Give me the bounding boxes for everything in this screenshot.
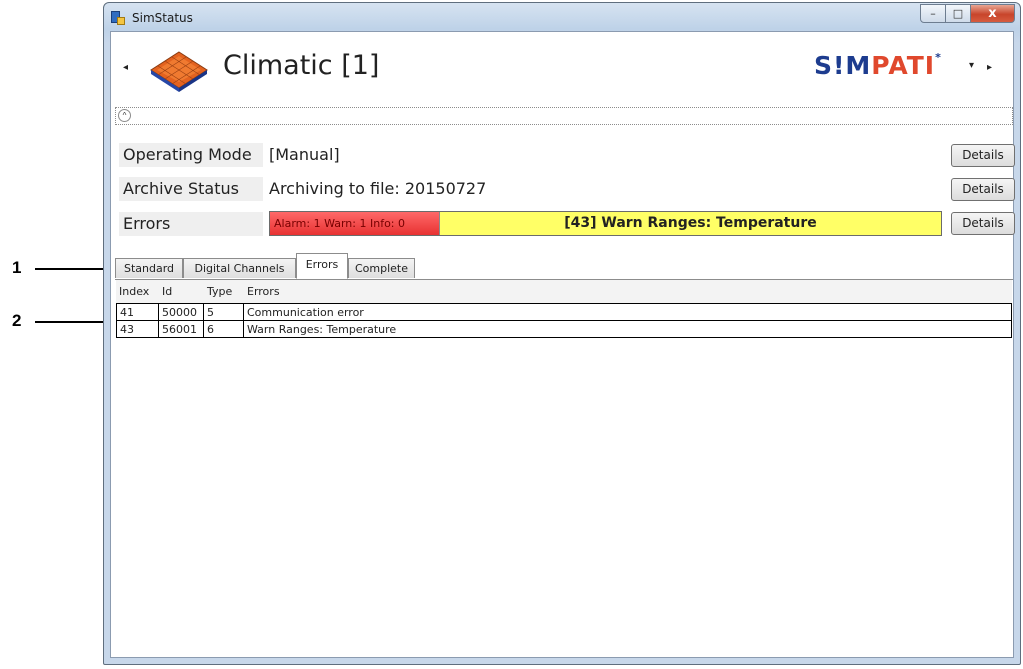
cell-id: 56001: [159, 321, 204, 338]
maximize-button[interactable]: □: [946, 4, 971, 23]
cell-index: 41: [117, 304, 159, 321]
table-row[interactable]: 43 56001 6 Warn Ranges: Temperature: [116, 320, 1012, 338]
archive-status-label: Archive Status: [119, 177, 263, 201]
tab-standard[interactable]: Standard: [115, 258, 183, 278]
minimize-button[interactable]: –: [920, 4, 946, 23]
cell-error: Warn Ranges: Temperature: [247, 323, 397, 336]
operating-mode-label: Operating Mode: [119, 143, 263, 167]
error-counts: Alarm: 1 Warn: 1 Info: 0: [270, 212, 440, 235]
archive-status-details-button[interactable]: Details: [951, 178, 1015, 201]
close-button[interactable]: x: [971, 4, 1015, 23]
brand-part1: S!M: [814, 51, 872, 80]
window-title: SimStatus: [132, 11, 193, 25]
operating-mode-details-button[interactable]: Details: [951, 144, 1015, 167]
collapse-bar: ^: [115, 107, 1013, 125]
cell-error: Communication error: [247, 306, 364, 319]
cell-index: 43: [117, 321, 159, 338]
callout-2: 2: [12, 311, 22, 330]
climatic-chamber-icon: [150, 51, 208, 92]
tab-strip: Standard Digital Channels Errors Complet…: [115, 250, 1013, 280]
window-controls: – □ x: [920, 4, 1015, 23]
cell-type: 5: [204, 304, 244, 321]
nav-dropdown-icon[interactable]: ▾: [969, 60, 974, 71]
simstatus-window: SimStatus – □ x ◂ Climatic [1] S!MPATI* …: [103, 2, 1021, 665]
collapse-chevron-icon[interactable]: ^: [118, 109, 131, 122]
column-header-errors[interactable]: Errors: [244, 280, 1012, 303]
brand-mark: *: [935, 51, 942, 64]
title-bar[interactable]: SimStatus – □ x: [104, 3, 1020, 31]
callout-1: 1: [12, 258, 22, 277]
column-header-id[interactable]: Id: [159, 280, 204, 303]
error-message: [43] Warn Ranges: Temperature: [564, 215, 817, 231]
brand-part2: PATI: [871, 51, 936, 80]
page-title: Climatic [1]: [223, 50, 380, 81]
app-icon: [111, 11, 125, 25]
tab-digital-channels[interactable]: Digital Channels: [183, 258, 296, 278]
table-row[interactable]: 41 50000 5 Communication error: [116, 303, 1012, 321]
column-header-type[interactable]: Type: [204, 280, 244, 303]
simpati-logo: S!MPATI*: [814, 51, 942, 80]
errors-details-button[interactable]: Details: [951, 212, 1015, 235]
client-area: ◂ Climatic [1] S!MPATI* ▾ ▸ ^ Operating …: [110, 31, 1015, 658]
errors-table: Index Id Type Errors 41 50000 5 Communic…: [116, 280, 1012, 338]
cell-id: 50000: [159, 304, 204, 321]
operating-mode-value: [Manual]: [269, 145, 340, 164]
column-header-index[interactable]: Index: [116, 280, 159, 303]
nav-forward-arrow-icon[interactable]: ▸: [987, 62, 992, 73]
cell-type: 6: [204, 321, 244, 338]
nav-back-arrow-icon[interactable]: ◂: [123, 62, 128, 73]
tab-complete[interactable]: Complete: [348, 258, 415, 278]
error-status-bar: Alarm: 1 Warn: 1 Info: 0 [43] Warn Range…: [269, 211, 942, 236]
errors-label: Errors: [119, 212, 263, 236]
table-header-row: Index Id Type Errors: [116, 280, 1012, 303]
archive-status-value: Archiving to file: 20150727: [269, 179, 487, 198]
tab-errors[interactable]: Errors: [296, 253, 348, 279]
